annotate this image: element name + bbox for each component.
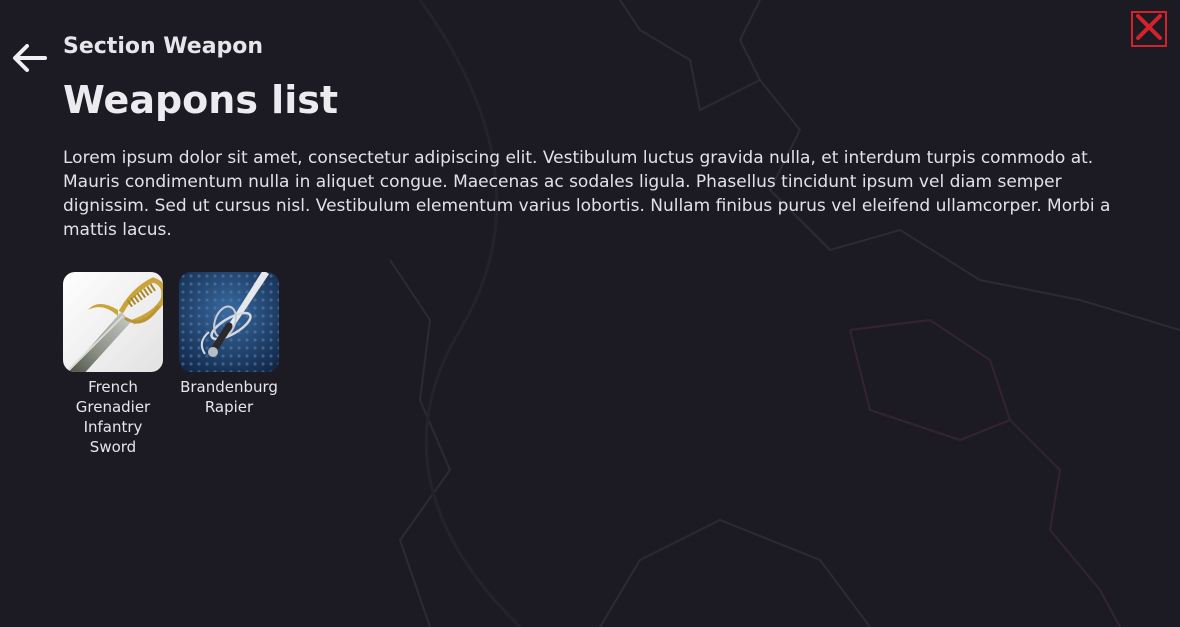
page-description: Lorem ipsum dolor sit amet, consectetur …: [63, 148, 1111, 240]
section-title: Section Weapon: [63, 34, 264, 59]
weapons-grid: French Grenadier Infantry Sword Brandenb…: [63, 272, 279, 457]
back-button[interactable]: [8, 42, 50, 78]
rapier-icon: [179, 272, 279, 372]
weapon-label: Brandenburg Rapier: [180, 378, 278, 416]
arrow-left-icon: [11, 43, 47, 77]
weapon-label: French Grenadier Infantry Sword: [75, 378, 151, 456]
close-button[interactable]: [1131, 11, 1167, 47]
weapon-thumbnail: [63, 272, 163, 372]
sabre-icon: [63, 272, 163, 372]
weapon-thumbnail: [179, 272, 279, 372]
weapon-card-brandenburg-rapier[interactable]: Brandenburg Rapier: [179, 272, 279, 457]
close-x-icon: [1135, 13, 1163, 45]
weapon-card-french-grenadier-sword[interactable]: French Grenadier Infantry Sword: [63, 272, 163, 457]
page-title: Weapons list: [63, 78, 339, 122]
